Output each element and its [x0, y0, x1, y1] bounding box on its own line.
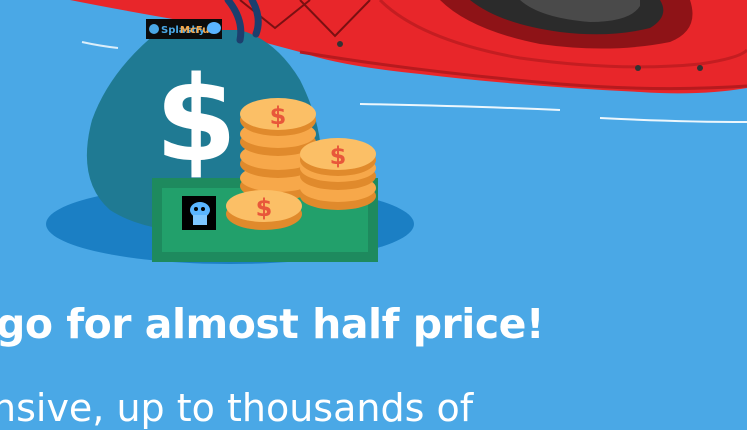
coin-dollar-sign: $ [256, 194, 273, 222]
water-line [359, 103, 561, 111]
water-line [599, 117, 747, 123]
kayak-fitting [697, 65, 703, 71]
promo-illustration-area: $ $ $ $ Splashy McFun [0, 0, 747, 416]
promo-headline: go for almost half price! [0, 300, 545, 348]
coin-dollar-sign: $ [330, 142, 347, 170]
bag-dollar-sign: $ [155, 50, 237, 188]
coin-dollar-sign: $ [270, 102, 287, 130]
kayak-fitting [635, 65, 641, 71]
promo-subtext: nsive, up to thousands of [0, 386, 474, 430]
water-line [81, 41, 119, 49]
kayak-fitting [337, 41, 343, 47]
promo-illustration: $ $ $ $ Splashy McFun [46, 0, 747, 264]
brand-logo: Splashy McFun [146, 19, 222, 39]
